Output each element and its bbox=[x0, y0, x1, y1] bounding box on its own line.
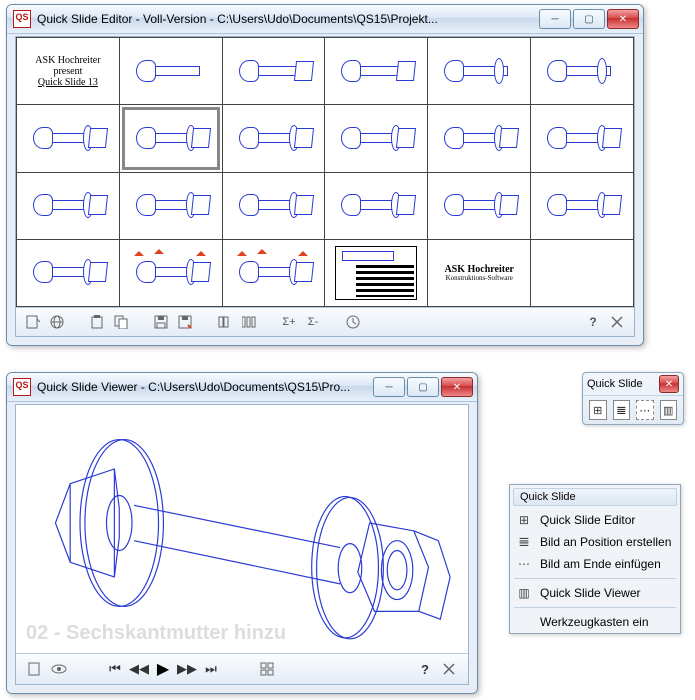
viewer-toolbar: ⏮ ◀◀ ▶ ▶▶ ⏭ ? bbox=[16, 653, 468, 684]
minimize-button[interactable]: ─ bbox=[373, 377, 405, 397]
menu-item-bildende[interactable]: ⋯ Bild am Ende einfügen bbox=[510, 553, 680, 575]
thumb-19[interactable] bbox=[17, 239, 120, 306]
thumb-6[interactable] bbox=[531, 38, 634, 105]
editor-toolbar: Σ+ Σ- ? bbox=[16, 307, 634, 336]
bolt-assembly-drawing bbox=[26, 415, 458, 651]
strip-icon[interactable]: ▥ bbox=[660, 400, 678, 420]
editor-titlebar[interactable]: QS Quick Slide Editor - Voll-Version - C… bbox=[7, 5, 643, 34]
thumb-3[interactable] bbox=[222, 38, 325, 105]
menu-separator bbox=[514, 607, 676, 608]
slide-caption-watermark: 02 - Sechskantmutter hinzu bbox=[26, 622, 286, 645]
align-button[interactable] bbox=[214, 311, 236, 333]
viewer-title: Quick Slide Viewer - C:\Users\Udo\Docume… bbox=[37, 380, 367, 394]
quickslide-float-toolbar[interactable]: Quick Slide ✕ ⊞ 𝌆 ⋯ ▥ bbox=[582, 372, 684, 425]
grid-icon[interactable]: ⊞ bbox=[589, 400, 607, 420]
clock-button[interactable] bbox=[342, 311, 364, 333]
menu-item-label: Bild an Position erstellen bbox=[540, 535, 671, 549]
strip-icon: ▥ bbox=[516, 585, 532, 601]
thumb-13[interactable] bbox=[17, 172, 120, 239]
zoom-minus-button[interactable]: Σ- bbox=[302, 311, 324, 333]
thumbnail-grid[interactable]: ASK Hochreiter present Quick Slide 13 bbox=[16, 37, 634, 307]
globe-button[interactable] bbox=[46, 311, 68, 333]
thumb-17[interactable] bbox=[428, 172, 531, 239]
saveas-button[interactable] bbox=[174, 311, 196, 333]
append-icon: ⋯ bbox=[516, 556, 532, 572]
thumb-9[interactable] bbox=[222, 105, 325, 172]
grid-button[interactable] bbox=[256, 658, 278, 680]
menu-item-label: Quick Slide Viewer bbox=[540, 586, 641, 600]
thumb-intro[interactable]: ASK Hochreiter present Quick Slide 13 bbox=[17, 38, 120, 105]
zoom-plus-button[interactable]: Σ+ bbox=[278, 311, 300, 333]
menu-item-viewer[interactable]: ▥ Quick Slide Viewer bbox=[510, 582, 680, 604]
help-button[interactable]: ? bbox=[414, 658, 436, 680]
viewer-canvas[interactable]: 02 - Sechskantmutter hinzu bbox=[16, 405, 468, 653]
close-button[interactable]: ✕ bbox=[607, 9, 639, 29]
distribute-button[interactable] bbox=[238, 311, 260, 333]
new-slide-button[interactable] bbox=[22, 311, 44, 333]
close-button[interactable]: ✕ bbox=[441, 377, 473, 397]
thumb-4[interactable] bbox=[325, 38, 428, 105]
prev-button[interactable]: ◀◀ bbox=[128, 658, 150, 680]
minimize-button[interactable]: ─ bbox=[539, 9, 571, 29]
thumb-8-selected[interactable] bbox=[119, 105, 222, 172]
menu-item-label: Bild am Ende einfügen bbox=[540, 557, 661, 571]
menu-item-label: Quick Slide Editor bbox=[540, 513, 635, 527]
thumb-22-drawing[interactable] bbox=[325, 239, 428, 306]
exit-button[interactable] bbox=[606, 311, 628, 333]
thumb-21-arrows[interactable] bbox=[222, 239, 325, 306]
quickslide-menu: Quick Slide ⊞ Quick Slide Editor 𝌆 Bild … bbox=[509, 484, 681, 634]
maximize-button[interactable]: ▢ bbox=[573, 9, 605, 29]
editor-title: Quick Slide Editor - Voll-Version - C:\U… bbox=[37, 12, 533, 26]
menu-separator bbox=[514, 578, 676, 579]
play-button[interactable]: ▶ bbox=[152, 658, 174, 680]
thumb-16[interactable] bbox=[325, 172, 428, 239]
thumb-7[interactable] bbox=[17, 105, 120, 172]
menu-item-editor[interactable]: ⊞ Quick Slide Editor bbox=[510, 509, 680, 531]
editor-window: QS Quick Slide Editor - Voll-Version - C… bbox=[6, 4, 644, 346]
thumb-empty[interactable] bbox=[531, 239, 634, 306]
menu-item-werkzeug[interactable]: Werkzeugkasten ein bbox=[510, 611, 680, 633]
last-button[interactable]: ⏭ bbox=[200, 658, 222, 680]
first-button[interactable]: ⏮ bbox=[104, 658, 126, 680]
app-icon: QS bbox=[13, 10, 31, 28]
thumb-outro[interactable]: ASK Hochreiter Konstruktions-Software bbox=[428, 239, 531, 306]
thumb-12[interactable] bbox=[531, 105, 634, 172]
menu-item-bildpos[interactable]: 𝌆 Bild an Position erstellen bbox=[510, 531, 680, 553]
thumb-2[interactable] bbox=[119, 38, 222, 105]
column-icon: 𝌆 bbox=[516, 534, 532, 550]
thumb-15[interactable] bbox=[222, 172, 325, 239]
column-icon[interactable]: 𝌆 bbox=[613, 400, 631, 420]
row-icon[interactable]: ⋯ bbox=[636, 400, 654, 420]
blank-icon bbox=[516, 614, 532, 630]
thumb-5[interactable] bbox=[428, 38, 531, 105]
close-button[interactable]: ✕ bbox=[659, 375, 679, 393]
exit-button[interactable] bbox=[438, 658, 460, 680]
eye-button[interactable] bbox=[48, 658, 70, 680]
thumb-10[interactable] bbox=[325, 105, 428, 172]
thumb-14[interactable] bbox=[119, 172, 222, 239]
new-button[interactable] bbox=[24, 658, 46, 680]
viewer-window: QS Quick Slide Viewer - C:\Users\Udo\Doc… bbox=[6, 372, 478, 694]
thumb-11[interactable] bbox=[428, 105, 531, 172]
viewer-titlebar[interactable]: QS Quick Slide Viewer - C:\Users\Udo\Doc… bbox=[7, 373, 477, 402]
help-button[interactable]: ? bbox=[582, 311, 604, 333]
thumb-20-arrows[interactable] bbox=[119, 239, 222, 306]
copy-button[interactable] bbox=[110, 311, 132, 333]
save-button[interactable] bbox=[150, 311, 172, 333]
float-title: Quick Slide bbox=[587, 378, 659, 390]
paste-button[interactable] bbox=[86, 311, 108, 333]
maximize-button[interactable]: ▢ bbox=[407, 377, 439, 397]
next-button[interactable]: ▶▶ bbox=[176, 658, 198, 680]
app-icon: QS bbox=[13, 378, 31, 396]
menu-header: Quick Slide bbox=[513, 488, 677, 506]
grid-icon: ⊞ bbox=[516, 512, 532, 528]
thumb-18[interactable] bbox=[531, 172, 634, 239]
menu-item-label: Werkzeugkasten ein bbox=[540, 615, 649, 629]
